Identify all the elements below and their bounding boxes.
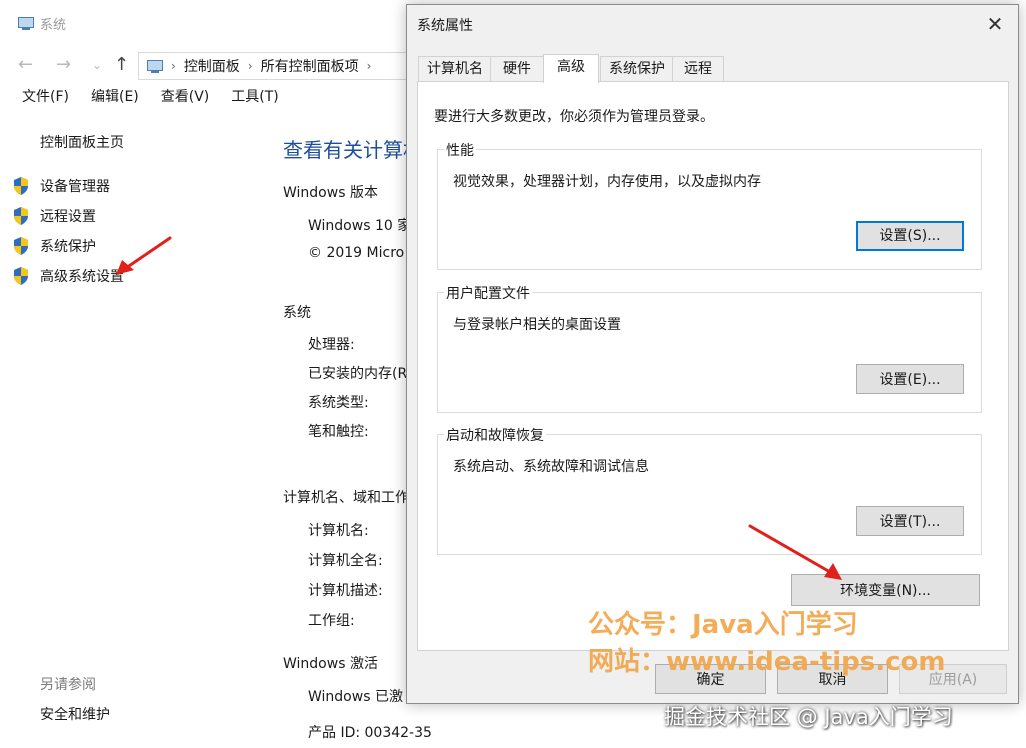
sidebar-item-label: 远程设置 [40,209,96,225]
window-title-bar: 系统 [18,10,66,36]
ram-label: 已安装的内存(R [308,366,408,382]
shield-icon [14,207,28,225]
watermark-website: 网站：www.idea-tips.com [588,647,946,677]
watermark-wechat: 公众号：Java入门学习 [588,610,858,640]
performance-group: 性能 视觉效果，处理器计划，内存使用，以及虚拟内存 设置(S)... [437,140,982,270]
menu-bar: 文件(F) 编辑(E) 查看(V) 工具(T) [8,86,287,108]
up-arrow-icon[interactable]: ↑ [114,50,129,80]
group-description: 与登录帐户相关的桌面设置 [453,317,621,333]
menu-view[interactable]: 查看(V) [147,86,218,108]
edition-section-label: Windows 版本 [283,185,378,201]
group-title: 用户配置文件 [444,283,532,303]
menu-file[interactable]: 文件(F) [8,86,77,108]
back-arrow-icon[interactable]: ← [18,50,33,80]
group-title: 性能 [444,140,476,160]
workgroup-label: 工作组: [308,613,355,629]
menu-tools[interactable]: 工具(T) [217,86,286,108]
sidebar-item-label: 系统保护 [40,239,96,255]
sidebar-item-device-manager[interactable]: 设备管理器 [12,174,110,198]
activation-value: Windows 已激 [308,689,403,705]
edition-value: Windows 10 家 [308,218,412,234]
system-properties-dialog: 系统属性 ✕ 计算机名 硬件 高级 系统保护 远程 要进行大多数更改，你必须作为… [406,4,1019,704]
security-maintenance-link[interactable]: 安全和维护 [40,704,110,724]
pen-touch-label: 笔和触控: [308,424,369,440]
system-section-label: 系统 [283,305,311,321]
computer-name-label: 计算机名: [308,523,369,539]
close-icon[interactable]: ✕ [982,11,1008,37]
control-panel-icon [147,59,163,73]
profiles-settings-button[interactable]: 设置(E)... [856,364,964,394]
startup-settings-button[interactable]: 设置(T)... [856,506,964,536]
activation-section-label: Windows 激活 [283,656,378,672]
sidebar-item-advanced-system-settings[interactable]: 高级系统设置 [12,264,124,288]
menu-edit[interactable]: 编辑(E) [77,86,147,108]
dialog-title: 系统属性 [417,18,473,34]
shield-icon [14,267,28,285]
tab-computer-name[interactable]: 计算机名 [418,56,492,81]
group-description: 视觉效果，处理器计划，内存使用，以及虚拟内存 [453,174,761,190]
group-title: 启动和故障恢复 [444,425,546,445]
forward-arrow-icon[interactable]: → [56,50,71,80]
window-title: 系统 [40,17,67,33]
processor-label: 处理器: [308,337,355,353]
sidebar-item-label: 设备管理器 [40,179,110,195]
sidebar-item-remote-settings[interactable]: 远程设置 [12,204,96,228]
tab-advanced[interactable]: 高级 [543,54,599,83]
shield-icon [14,237,28,255]
history-chevron-icon[interactable]: ⌄ [92,50,102,80]
system-icon [18,16,34,30]
page-title: 查看有关计算机 [283,138,423,162]
shield-icon [14,177,28,195]
full-name-label: 计算机全名: [308,553,383,569]
product-id-value: 产品 ID: 00342-35376-92474-AAOEM [308,725,433,741]
control-panel-window: 系统 ← → ⌄ ↑ › 控制面板 › 所有控制面板项 › 文件(F) 编辑(E… [8,6,437,748]
sidebar-item-system-protection[interactable]: 系统保护 [12,234,96,258]
advanced-tab-panel: 要进行大多数更改，你必须作为管理员登录。 性能 视觉效果，处理器计划，内存使用，… [417,81,1009,651]
description-label: 计算机描述: [308,583,383,599]
user-profiles-group: 用户配置文件 与登录帐户相关的桌面设置 设置(E)... [437,283,982,413]
breadcrumb-control-panel[interactable]: 控制面板 [184,56,240,76]
breadcrumb-chevron-icon: › [171,59,176,73]
see-also-heading: 另请参阅 [40,677,96,693]
tab-remote[interactable]: 远程 [672,56,724,81]
group-description: 系统启动、系统故障和调试信息 [453,459,649,475]
sidebar-item-label: 高级系统设置 [40,269,124,285]
system-type-label: 系统类型: [308,395,369,411]
admin-note: 要进行大多数更改，你必须作为管理员登录。 [434,109,714,125]
tab-hardware[interactable]: 硬件 [490,56,544,81]
performance-settings-button[interactable]: 设置(S)... [856,221,964,251]
watermark-juejin: 掘金技术社区 @ Java入门学习 [664,705,953,729]
sidebar-home-link[interactable]: 控制面板主页 [40,132,124,152]
copyright-value: © 2019 Micro [308,245,405,261]
environment-variables-button[interactable]: 环境变量(N)... [791,574,980,606]
tab-system-protection[interactable]: 系统保护 [600,56,674,81]
startup-recovery-group: 启动和故障恢复 系统启动、系统故障和调试信息 设置(T)... [437,425,982,555]
computer-section-label: 计算机名、域和工作 [283,490,409,506]
breadcrumb-chevron-icon: › [247,59,253,73]
